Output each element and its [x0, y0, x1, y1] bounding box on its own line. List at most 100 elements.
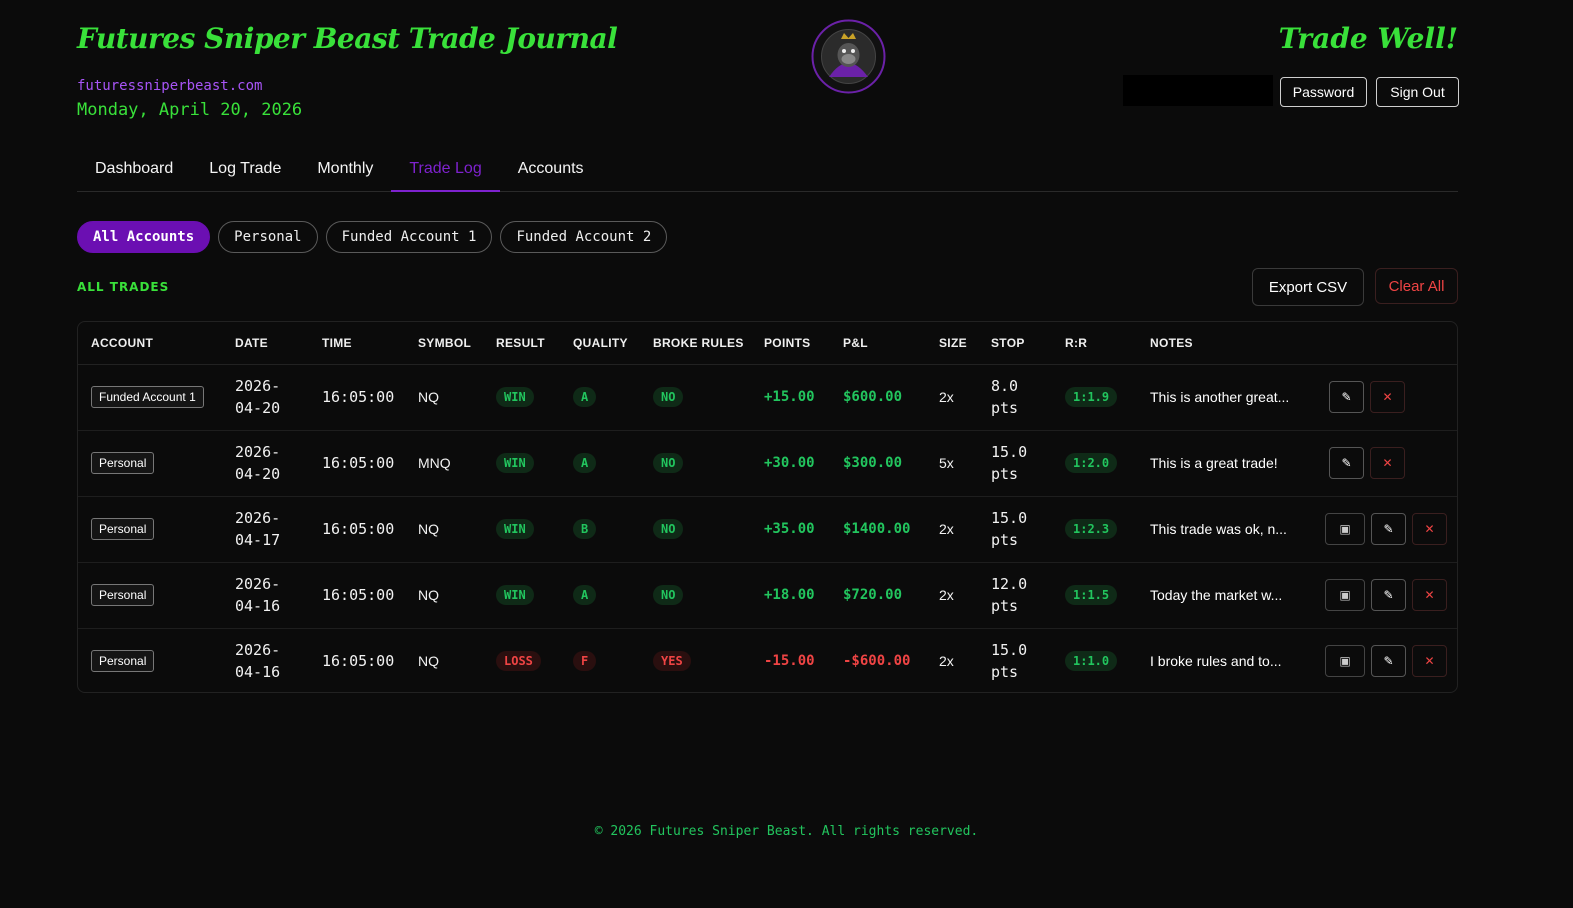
result-badge: WIN: [496, 519, 534, 539]
trade-symbol: NQ: [405, 364, 483, 431]
trade-symbol: MNQ: [405, 430, 483, 497]
screenshot-icon[interactable]: ▣: [1325, 579, 1365, 611]
col-date: DATE: [222, 322, 309, 365]
account-filters: All Accounts Personal Funded Account 1 F…: [77, 221, 668, 253]
account-tag: Personal: [91, 650, 155, 673]
clear-all-button[interactable]: Clear All: [1375, 268, 1458, 304]
trade-size: 2x: [926, 496, 978, 563]
main-tabs: Dashboard Log Trade Monthly Trade Log Ac…: [77, 150, 1458, 192]
trade-time: 16:05:00: [309, 430, 405, 497]
filter-all-accounts[interactable]: All Accounts: [77, 221, 211, 253]
tab-trade-log[interactable]: Trade Log: [391, 150, 500, 192]
trade-stop: 15.0 pts: [978, 496, 1052, 563]
edit-icon[interactable]: ✎: [1329, 381, 1364, 413]
trade-notes: Today the market w...: [1137, 562, 1312, 629]
trade-time: 16:05:00: [309, 364, 405, 431]
tab-dashboard[interactable]: Dashboard: [77, 150, 191, 192]
col-result: RESULT: [483, 322, 560, 365]
trade-date: 2026- 04-16: [235, 641, 281, 682]
rr-badge: 1:1.0: [1065, 651, 1118, 672]
trade-stop: 15.0 pts: [991, 641, 1028, 682]
col-account: ACCOUNT: [78, 322, 222, 365]
trade-date: 2026- 04-20: [222, 364, 309, 431]
brand-title: Futures Sniper Beast Trade Journal: [77, 22, 618, 55]
trade-size: 2x: [926, 562, 978, 629]
filter-funded-account-1[interactable]: Funded Account 1: [325, 221, 493, 253]
edit-icon[interactable]: ✎: [1371, 579, 1406, 611]
trade-date: 2026- 04-17: [222, 496, 309, 563]
trade-size: 2x: [926, 364, 978, 431]
trade-stop: 8.0 pts: [978, 364, 1052, 431]
broke-rules-badge: NO: [653, 453, 684, 473]
table-row: Personal 2026- 04-20 16:05:00 MNQ WIN A NO +30.0…: [78, 430, 1457, 497]
rr-badge: 1:1.5: [1065, 585, 1118, 605]
table-row: Personal 2026- 04-16 16:05:00 NQ WIN A NO +18.00…: [78, 562, 1457, 629]
filter-personal[interactable]: Personal: [218, 221, 318, 253]
trade-symbol: NQ: [405, 562, 483, 629]
trades-table: ACCOUNT DATE TIME SYMBOL RESULT QUALITY …: [77, 321, 1458, 693]
export-csv-button[interactable]: Export CSV: [1252, 268, 1364, 306]
trade-size: 2x: [939, 653, 954, 670]
filter-funded-account-2[interactable]: Funded Account 2: [500, 221, 668, 253]
gorilla-logo-icon: [811, 19, 886, 94]
section-label: ALL TRADES: [77, 280, 170, 294]
screenshot-icon[interactable]: ▣: [1325, 513, 1365, 545]
delete-icon[interactable]: ✕: [1412, 579, 1447, 611]
rr-badge: 1:2.3: [1065, 519, 1118, 539]
trade-points: -15.00: [764, 653, 815, 670]
trade-pnl: -$600.00: [843, 653, 911, 670]
result-badge: WIN: [496, 585, 534, 605]
col-broke-rules: BROKE RULES: [640, 322, 751, 365]
delete-icon[interactable]: ✕: [1412, 645, 1447, 678]
broke-rules-badge: NO: [653, 585, 684, 605]
current-date: Monday, April 20, 2026: [77, 100, 303, 120]
edit-icon[interactable]: ✎: [1329, 447, 1364, 479]
tab-accounts[interactable]: Accounts: [500, 150, 602, 192]
table-row: Personal 2026- 04-17 16:05:00 NQ WIN B NO +35.00…: [78, 496, 1457, 563]
trade-points: +30.00: [751, 430, 830, 497]
trade-pnl: $1400.00: [830, 496, 926, 563]
trade-date: 2026- 04-20: [222, 430, 309, 497]
tab-monthly[interactable]: Monthly: [299, 150, 391, 192]
col-symbol: SYMBOL: [405, 322, 483, 365]
account-tag: Personal: [91, 584, 155, 606]
trade-symbol: NQ: [418, 653, 439, 670]
screenshot-icon[interactable]: ▣: [1325, 645, 1365, 678]
account-tag: Personal: [91, 452, 155, 474]
trade-pnl: $300.00: [830, 430, 926, 497]
sign-out-button[interactable]: Sign Out: [1376, 77, 1459, 107]
trade-notes: This is a great trade!: [1137, 430, 1312, 497]
edit-icon[interactable]: ✎: [1371, 513, 1406, 545]
edit-icon[interactable]: ✎: [1371, 645, 1406, 678]
broke-rules-badge: YES: [653, 651, 691, 672]
col-actions: [1312, 322, 1457, 365]
quality-badge: A: [573, 387, 597, 407]
trade-time: 16:05:00: [322, 652, 395, 671]
table-row: Funded Account 1 2026- 04-20 16:05:00 NQ WIN A…: [78, 364, 1457, 431]
rr-badge: 1:2.0: [1065, 453, 1118, 473]
trade-pnl: $720.00: [830, 562, 926, 629]
broke-rules-badge: NO: [653, 519, 684, 539]
quality-badge: A: [573, 585, 597, 605]
delete-icon[interactable]: ✕: [1370, 381, 1405, 413]
tagline: Trade Well!: [1278, 22, 1458, 55]
tab-log-trade[interactable]: Log Trade: [191, 150, 299, 192]
delete-icon[interactable]: ✕: [1370, 447, 1405, 479]
col-pnl: P&L: [830, 322, 926, 365]
delete-icon[interactable]: ✕: [1412, 513, 1447, 545]
trade-notes: This is another great...: [1137, 364, 1312, 431]
col-points: POINTS: [751, 322, 830, 365]
trade-notes: I broke rules and to...: [1150, 653, 1282, 670]
col-stop: STOP: [978, 322, 1052, 365]
col-time: TIME: [309, 322, 405, 365]
quality-badge: A: [573, 453, 597, 473]
account-tag: Funded Account 1: [91, 386, 204, 408]
trade-size: 5x: [926, 430, 978, 497]
rr-badge: 1:1.9: [1065, 387, 1118, 407]
trade-time: 16:05:00: [309, 562, 405, 629]
password-button[interactable]: Password: [1280, 77, 1367, 107]
result-badge: LOSS: [496, 651, 541, 672]
quality-badge: B: [573, 519, 597, 539]
trade-pnl: $600.00: [830, 364, 926, 431]
footer-copyright: © 2026 Futures Sniper Beast. All rights …: [594, 824, 979, 839]
